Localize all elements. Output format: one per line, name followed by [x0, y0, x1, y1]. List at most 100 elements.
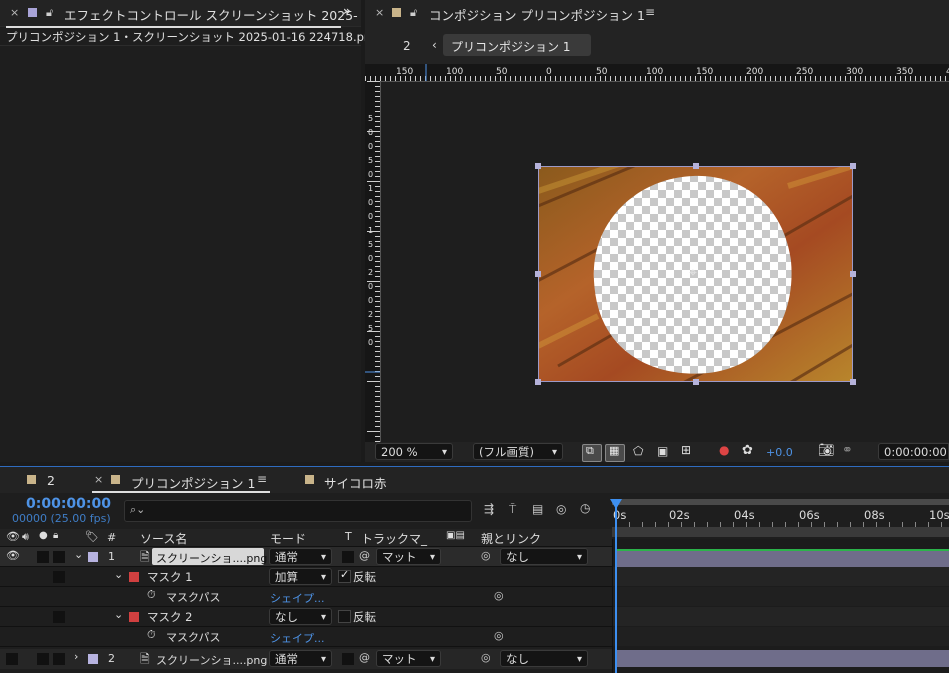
matte-link-icon[interactable]: @ [359, 651, 370, 664]
tab-saikoro-aka[interactable]: サイコロ赤 [324, 473, 387, 492]
anchor-point-icon[interactable]: ⌖ [689, 265, 697, 281]
lock-icon[interactable]: 🔓︎ [46, 6, 53, 20]
close-icon[interactable]: × [375, 6, 384, 19]
current-time[interactable]: 0:00:00:00 [26, 496, 111, 512]
breadcrumb-number[interactable]: 2 [403, 39, 411, 53]
lock-icon[interactable]: 🔒︎ [53, 530, 58, 541]
solo-toggle[interactable] [6, 653, 18, 665]
comp-mini-flowchart-icon[interactable]: ⇶ [484, 502, 494, 516]
layer-label-color[interactable] [88, 654, 98, 664]
effect-tab-label[interactable]: エフェクトコントロール スクリーンショット 2025- [64, 5, 358, 24]
timecode-display[interactable]: 0:00:00:00 [878, 443, 949, 460]
breadcrumb-current[interactable]: プリコンポジション 1 [443, 34, 591, 56]
playhead[interactable] [615, 499, 617, 673]
stopwatch-icon[interactable]: ⏱︎ [147, 588, 156, 602]
time-ruler[interactable]: 0s 02s 04s 06s 08s 10s [612, 495, 949, 539]
search-input[interactable]: ⌕⌄ [124, 500, 472, 522]
expand-chevron-icon[interactable]: › [74, 650, 78, 663]
panel-menu-icon[interactable]: ≡ [645, 5, 655, 19]
invert-checkbox[interactable] [338, 610, 351, 623]
eye-icon[interactable]: 👁︎ [6, 549, 20, 562]
layer-row[interactable]: 👁︎ ⌄ 1 🗎 スクリーンショ....png 通常 ▾ @ マット ▾ ◎ なし ▾ [0, 547, 612, 566]
exposure-value[interactable]: +0.0 [766, 446, 793, 459]
expand-chevron-icon[interactable]: ⌄ [114, 568, 123, 581]
parent-dropdown[interactable]: なし ▾ [500, 548, 588, 565]
mask-color[interactable] [129, 572, 139, 582]
col-mode[interactable]: モード [270, 530, 306, 547]
pickwhip-icon[interactable]: ◎ [481, 651, 491, 664]
pickwhip-icon[interactable]: ◎ [481, 549, 491, 562]
region-of-interest-icon[interactable]: ▣ [657, 444, 668, 458]
layer-1-duration-bar[interactable] [617, 549, 949, 568]
motion-blur-icon[interactable]: ◷ [580, 501, 590, 515]
invert-checkbox[interactable]: ✓ [338, 568, 351, 583]
expand-chevron-icon[interactable]: ⌄ [74, 548, 83, 561]
mask-row[interactable]: ⌄ マスク 2 なし ▾ 反転 [0, 607, 612, 626]
col-parent-link[interactable]: 親とリンク [481, 530, 541, 547]
timeline-graph[interactable]: I I I I [612, 539, 949, 673]
transform-handle[interactable] [850, 163, 856, 169]
mask-name[interactable]: マスク 1 [147, 569, 192, 585]
mask-path-value[interactable]: シェイプ... [270, 590, 325, 606]
lock-toggle[interactable] [53, 611, 65, 623]
close-icon[interactable]: × [94, 473, 103, 486]
mask-mode-dropdown[interactable]: 加算 ▾ [269, 568, 332, 585]
mask-visibility-icon[interactable]: ⬠ [633, 444, 643, 458]
label-tag-icon[interactable]: 🏷︎ [85, 530, 99, 543]
zoom-dropdown[interactable]: 200 % ▾ [375, 443, 453, 460]
resolution-dropdown[interactable]: (フル画質) ▾ [473, 443, 563, 460]
tab-precomp-1[interactable]: プリコンポジション 1 [131, 473, 255, 492]
close-icon[interactable]: × [10, 6, 19, 19]
eye-icon[interactable]: 👁︎ [6, 530, 20, 543]
layer-name[interactable]: スクリーンショ....png [156, 652, 267, 668]
mask-row[interactable]: ⌄ マスク 1 加算 ▾ ✓ 反転 [0, 567, 612, 586]
expand-chevron-icon[interactable]: ⌄ [114, 608, 123, 621]
mask-path-value[interactable]: シェイプ... [270, 630, 325, 646]
transform-handle[interactable] [535, 379, 541, 385]
mask-color[interactable] [129, 612, 139, 622]
stopwatch-icon[interactable]: ⏱︎ [147, 628, 156, 642]
transform-handle[interactable] [535, 271, 541, 277]
audio-icon[interactable]: 🔊︎ [22, 530, 29, 544]
show-snapshot-icon[interactable]: ⚭ [842, 443, 853, 458]
mask-name[interactable]: マスク 2 [147, 609, 192, 625]
solo-toggle[interactable] [37, 551, 49, 563]
color-management-icon[interactable]: ✿ [742, 443, 753, 458]
blend-mode-dropdown[interactable]: 通常 ▾ [269, 650, 332, 667]
tab-comp-2[interactable]: 2 [47, 473, 55, 488]
frame-blending-icon[interactable]: ◎ [556, 502, 566, 516]
comp-tab-label[interactable]: コンポジション プリコンポジション 1 [429, 5, 645, 24]
fast-preview-icon[interactable]: ⧉ [582, 444, 602, 462]
playhead-handle[interactable] [610, 499, 622, 509]
overflow-chevron-icon[interactable]: » [343, 4, 351, 18]
layer-2-duration-bar[interactable] [617, 650, 949, 667]
channel-icon[interactable]: ● [719, 443, 729, 457]
transform-handle[interactable] [850, 271, 856, 277]
lock-toggle[interactable] [53, 551, 65, 563]
mask-path-row[interactable]: ⏱︎ マスクパス シェイプ... ◎ [0, 627, 612, 646]
grid-guides-icon[interactable]: ⊞ [681, 443, 691, 457]
solo-toggle[interactable] [37, 653, 49, 665]
col-source-name[interactable]: ソース名 [140, 530, 187, 547]
mask-mode-dropdown[interactable]: なし ▾ [269, 608, 332, 625]
layer-name-field[interactable]: スクリーンショ....png [152, 548, 267, 565]
solo-icon[interactable]: ● [39, 530, 48, 541]
matte-link-icon[interactable]: @ [359, 549, 370, 562]
snapshot-camera-icon[interactable]: 📷︎ [818, 443, 835, 458]
lock-icon[interactable]: 🔓︎ [410, 6, 417, 20]
transform-handle[interactable] [692, 163, 699, 169]
draft-3d-icon[interactable]: ⍑ [509, 502, 516, 517]
transparency-grid-icon[interactable]: ▦ [605, 444, 625, 462]
transform-handle[interactable] [850, 379, 856, 385]
pickwhip-icon[interactable]: ◎ [494, 589, 504, 602]
lock-toggle[interactable] [53, 653, 65, 665]
shy-layers-icon[interactable]: ▤ [532, 502, 543, 516]
lock-toggle[interactable] [53, 571, 65, 583]
transform-handle[interactable] [535, 163, 541, 169]
panel-menu-icon[interactable]: ≡ [257, 472, 267, 486]
preserve-transparency-toggle[interactable] [342, 653, 354, 665]
col-track-matte[interactable]: トラックマ_ [361, 530, 427, 547]
blend-mode-dropdown[interactable]: 通常 ▾ [269, 548, 332, 565]
transform-handle[interactable] [692, 379, 699, 385]
parent-dropdown[interactable]: なし ▾ [500, 650, 588, 667]
